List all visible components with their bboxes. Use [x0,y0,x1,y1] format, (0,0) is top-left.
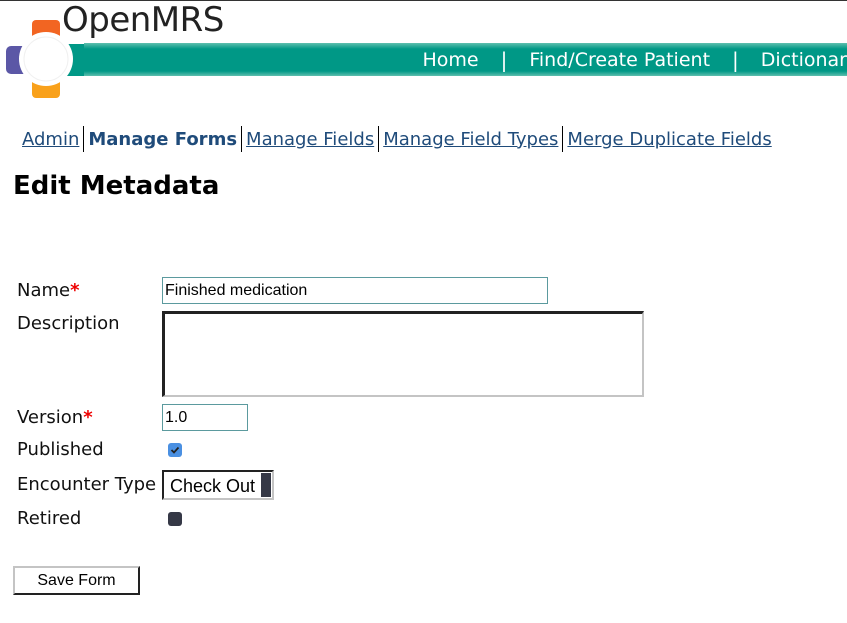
save-form-button[interactable]: Save Form [13,566,140,595]
subnav-manage-forms[interactable]: Manage Forms [84,129,241,150]
description-label: Description [17,313,120,334]
top-navbar: Home | Find/Create Patient | Dictionar [84,43,847,76]
required-marker: * [83,407,93,428]
retired-checkbox[interactable] [168,512,182,526]
admin-subnav: Admin Manage Forms Manage Fields Manage … [22,126,776,152]
published-label: Published [17,439,104,460]
checkmark-icon [170,446,180,454]
nav-separator: | [500,47,508,72]
subnav-manage-fields[interactable]: Manage Fields [242,129,378,150]
nav-separator: | [732,47,739,72]
nav-dictionary[interactable]: Dictionar [761,49,847,71]
encounter-type-value: Check Out [170,476,256,496]
brand-name: OpenMRS [62,0,224,40]
published-checkbox[interactable] [168,443,182,457]
encounter-type-select[interactable]: Check Out [162,470,274,500]
nav-find-create-patient[interactable]: Find/Create Patient [529,49,710,71]
encounter-type-label: Encounter Type [17,474,157,495]
page-title: Edit Metadata [13,171,220,201]
retired-label: Retired [17,508,82,529]
required-marker: * [70,280,80,301]
subnav-admin[interactable]: Admin [22,129,83,150]
subnav-manage-field-types[interactable]: Manage Field Types [379,129,562,150]
version-input[interactable] [162,404,248,431]
subnav-merge-duplicate-fields[interactable]: Merge Duplicate Fields [563,129,775,150]
version-label: Version* [17,407,93,428]
description-textarea[interactable] [162,311,644,397]
name-label: Name* [17,280,80,301]
name-input[interactable] [162,277,548,304]
select-scroll-handle[interactable] [261,473,271,497]
nav-home[interactable]: Home [423,49,479,71]
